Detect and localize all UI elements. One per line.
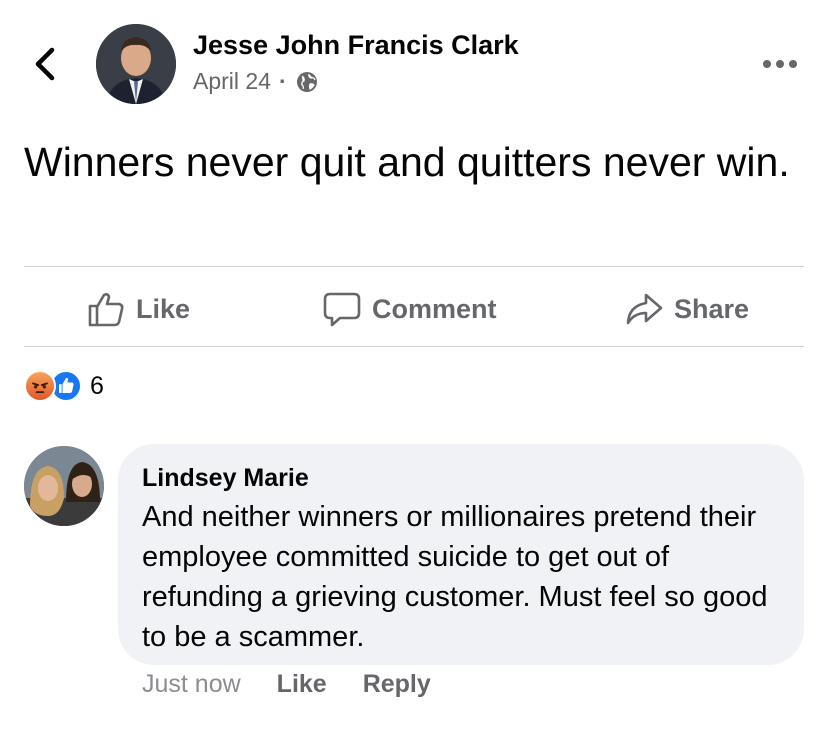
chevron-left-icon [35,47,55,81]
comment-bubble: Lindsey Marie And neither winners or mil… [118,444,804,665]
comment-actions: Just now Like Reply [142,670,467,699]
comment-button[interactable]: Comment [322,284,497,334]
post-text: Winners never quit and quitters never wi… [24,139,790,185]
comment-label: Comment [372,293,497,324]
divider-top [24,266,804,267]
comment-reply-button[interactable]: Reply [363,670,431,699]
thumbs-up-icon [88,293,124,327]
more-dot [789,60,797,68]
commenter-name[interactable]: Lindsey Marie [142,462,780,494]
more-dot [776,60,784,68]
reactions-summary[interactable]: 6 [24,370,104,402]
author-name[interactable]: Jesse John Francis Clark [193,30,519,61]
comment-like-button[interactable]: Like [277,670,327,699]
comment-timestamp[interactable]: Just now [142,670,241,699]
comment-bubble-icon [323,292,361,327]
globe-icon [296,71,317,92]
comment-text: And neither winners or millionaires pret… [142,501,768,653]
share-label: Share [674,293,750,324]
share-button[interactable]: Share [624,284,749,334]
more-horizontal-icon [763,60,771,68]
angry-reaction-icon [24,370,56,402]
author-avatar[interactable] [96,24,176,104]
author-avatar-image [96,24,176,104]
divider-bottom [24,346,804,347]
like-label: Like [136,293,191,324]
more-options-button[interactable] [760,54,800,74]
like-button[interactable]: Like [86,284,190,334]
commenter-avatar[interactable] [24,446,104,526]
post-date[interactable]: April 24 [193,68,271,95]
reaction-count: 6 [90,371,104,400]
post-meta: April 24 · [193,68,319,95]
back-button[interactable] [28,44,62,84]
commenter-avatar-image [24,446,104,526]
meta-separator: · [278,68,287,94]
share-arrow-icon [626,293,663,325]
